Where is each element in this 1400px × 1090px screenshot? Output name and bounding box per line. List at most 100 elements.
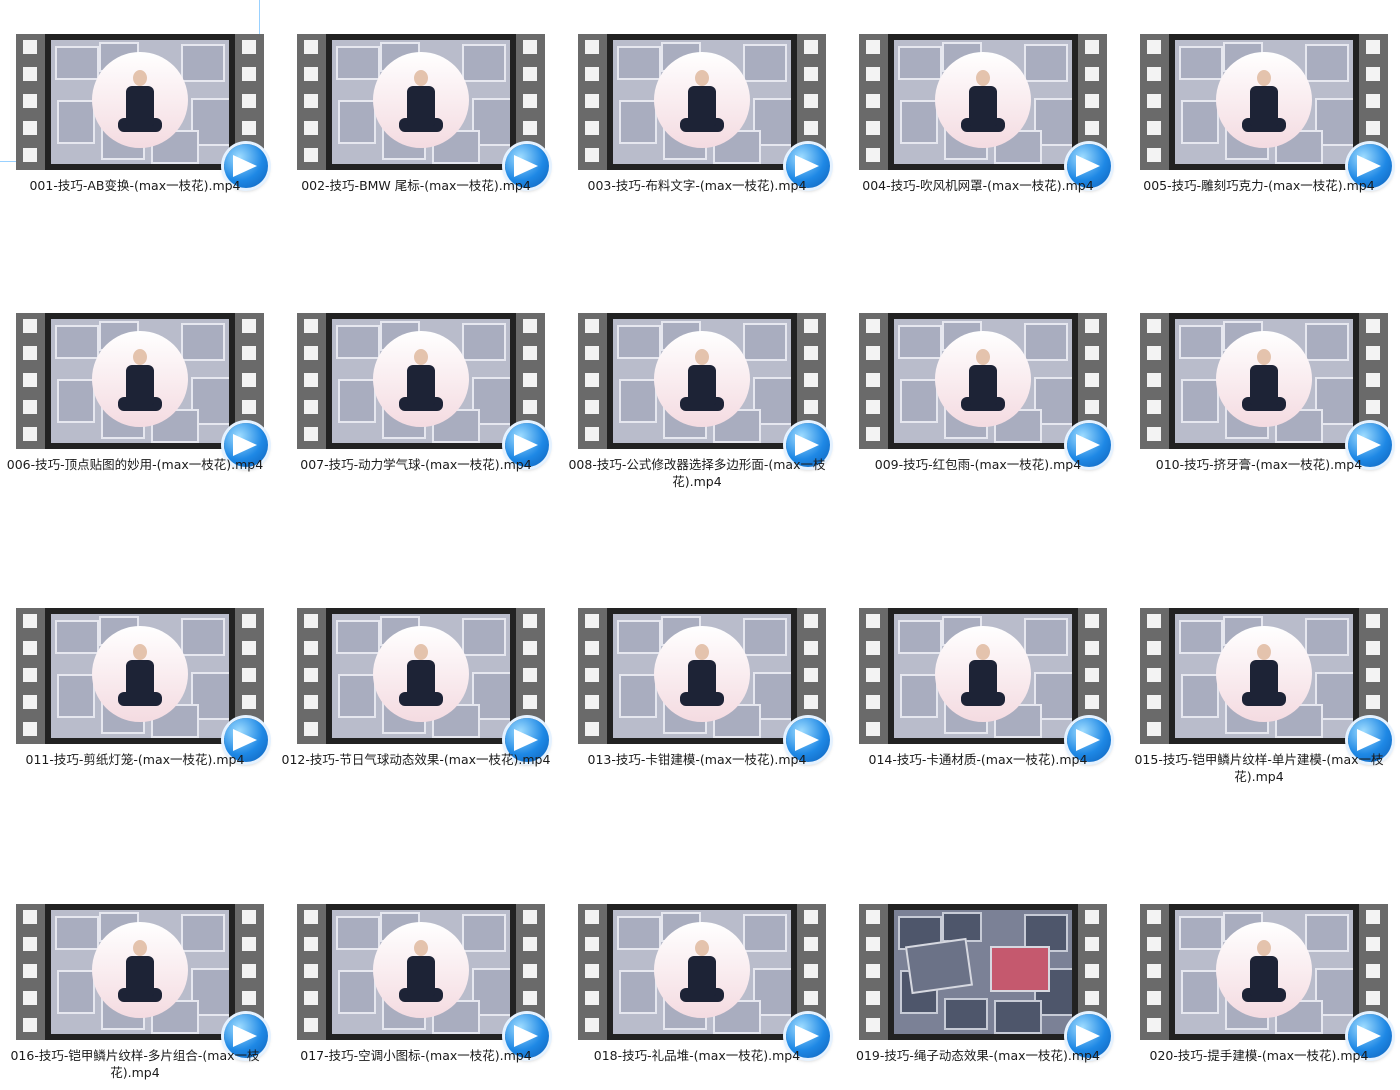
film-sprocket-hole xyxy=(866,722,880,736)
film-sprocket-hole xyxy=(1085,668,1099,682)
film-sprocket-hole xyxy=(804,121,818,135)
video-thumbnail[interactable] xyxy=(297,313,549,467)
film-sprocket-hole xyxy=(1147,94,1161,108)
film-sprocket-hole xyxy=(804,346,818,360)
collage-photo xyxy=(617,620,661,654)
video-frame xyxy=(607,313,797,449)
presenter-portrait xyxy=(373,626,469,722)
video-thumbnail[interactable] xyxy=(859,608,1111,762)
film-sprocket-hole xyxy=(304,400,318,414)
video-thumbnail[interactable] xyxy=(578,34,830,188)
video-thumbnail[interactable] xyxy=(1140,34,1392,188)
video-thumbnail[interactable] xyxy=(16,608,268,762)
video-thumbnail[interactable] xyxy=(1140,313,1392,467)
collage-photo xyxy=(900,674,938,718)
film-sprocket-hole xyxy=(866,148,880,162)
video-frame xyxy=(45,313,235,449)
film-strip-left xyxy=(16,904,45,1040)
presenter-head xyxy=(133,644,147,660)
film-sprocket-hole xyxy=(304,67,318,81)
film-sprocket-hole xyxy=(1366,94,1380,108)
film-sprocket-hole xyxy=(523,319,537,333)
film-sprocket-hole xyxy=(866,67,880,81)
collage-photo xyxy=(57,970,95,1014)
video-thumbnail[interactable] xyxy=(859,34,1111,188)
video-thumbnail[interactable] xyxy=(578,313,830,467)
film-sprocket-hole xyxy=(242,964,256,978)
film-sprocket-hole xyxy=(1366,937,1380,951)
video-frame xyxy=(607,904,797,1040)
film-sprocket-hole xyxy=(804,641,818,655)
video-thumbnail[interactable] xyxy=(16,904,268,1058)
film-sprocket-hole xyxy=(1147,668,1161,682)
collage-photo xyxy=(619,100,657,144)
file-name-label: 010-技巧-挤牙膏-(max一枝花).mp4 xyxy=(1155,457,1363,472)
collage-photo xyxy=(338,970,376,1014)
film-sprocket-hole xyxy=(23,991,37,1005)
presenter-head xyxy=(1257,940,1271,956)
presenter-figure xyxy=(1242,70,1286,148)
film-sprocket-hole xyxy=(1147,148,1161,162)
film-sprocket-hole xyxy=(1085,346,1099,360)
video-thumbnail[interactable] xyxy=(16,34,268,188)
film-sprocket-hole xyxy=(1147,937,1161,951)
file-name-label: 008-技巧-公式修改器选择多边形面-(max一枝花).mp4 xyxy=(568,457,826,489)
video-thumbnail[interactable] xyxy=(578,608,830,762)
video-preview-image xyxy=(1175,319,1353,443)
presenter-body xyxy=(126,365,154,405)
film-sprocket-hole xyxy=(1085,94,1099,108)
collage-photo xyxy=(1179,46,1223,80)
video-frame xyxy=(45,608,235,744)
video-preview-image xyxy=(613,614,791,738)
video-thumbnail[interactable] xyxy=(297,608,549,762)
presenter-body xyxy=(969,365,997,405)
film-sprocket-hole xyxy=(585,121,599,135)
file-name-label: 012-技巧-节日气球动态效果-(max一枝花).mp4 xyxy=(281,752,551,767)
collage-photo xyxy=(898,46,942,80)
film-sprocket-hole xyxy=(585,695,599,709)
film-strip-left xyxy=(859,904,888,1040)
film-strip-left xyxy=(16,34,45,170)
film-strip-left xyxy=(297,313,326,449)
film-sprocket-hole xyxy=(1147,722,1161,736)
collage-photo xyxy=(338,379,376,423)
video-preview-image xyxy=(51,40,229,164)
video-frame xyxy=(888,608,1078,744)
video-thumbnail[interactable] xyxy=(297,904,549,1058)
presenter-figure xyxy=(118,349,162,427)
presenter-body xyxy=(1250,660,1278,700)
video-thumbnail[interactable] xyxy=(578,904,830,1058)
arrow-shape xyxy=(795,155,819,177)
film-sprocket-hole xyxy=(1147,991,1161,1005)
film-sprocket-hole xyxy=(23,373,37,387)
collage-photo xyxy=(900,100,938,144)
presenter-figure xyxy=(118,70,162,148)
video-thumbnail[interactable] xyxy=(16,313,268,467)
presenter-body xyxy=(1250,365,1278,405)
video-thumbnail[interactable] xyxy=(859,313,1111,467)
presenter-portrait xyxy=(373,52,469,148)
video-thumbnail[interactable] xyxy=(297,34,549,188)
video-thumbnail[interactable] xyxy=(1140,608,1392,762)
film-sprocket-hole xyxy=(1085,319,1099,333)
presenter-body xyxy=(1250,956,1278,996)
video-thumbnail[interactable] xyxy=(859,904,1111,1058)
film-sprocket-hole xyxy=(1147,964,1161,978)
video-thumbnail[interactable] xyxy=(1140,904,1392,1058)
presenter-body xyxy=(407,365,435,405)
film-sprocket-hole xyxy=(523,641,537,655)
film-sprocket-hole xyxy=(866,121,880,135)
film-strip-left xyxy=(1140,608,1169,744)
video-preview-image xyxy=(894,614,1072,738)
film-sprocket-hole xyxy=(866,614,880,628)
film-sprocket-hole xyxy=(1147,695,1161,709)
video-preview-image xyxy=(894,910,1072,1034)
collage-photo xyxy=(1024,323,1068,361)
file-name-label: 001-技巧-AB变换-(max一枝花).mp4 xyxy=(29,178,241,193)
film-sprocket-hole xyxy=(242,400,256,414)
film-sprocket-hole xyxy=(1085,40,1099,54)
arrow-shape xyxy=(1357,434,1381,456)
collage-photo xyxy=(181,323,225,361)
model-preview xyxy=(990,946,1050,992)
film-sprocket-hole xyxy=(304,427,318,441)
